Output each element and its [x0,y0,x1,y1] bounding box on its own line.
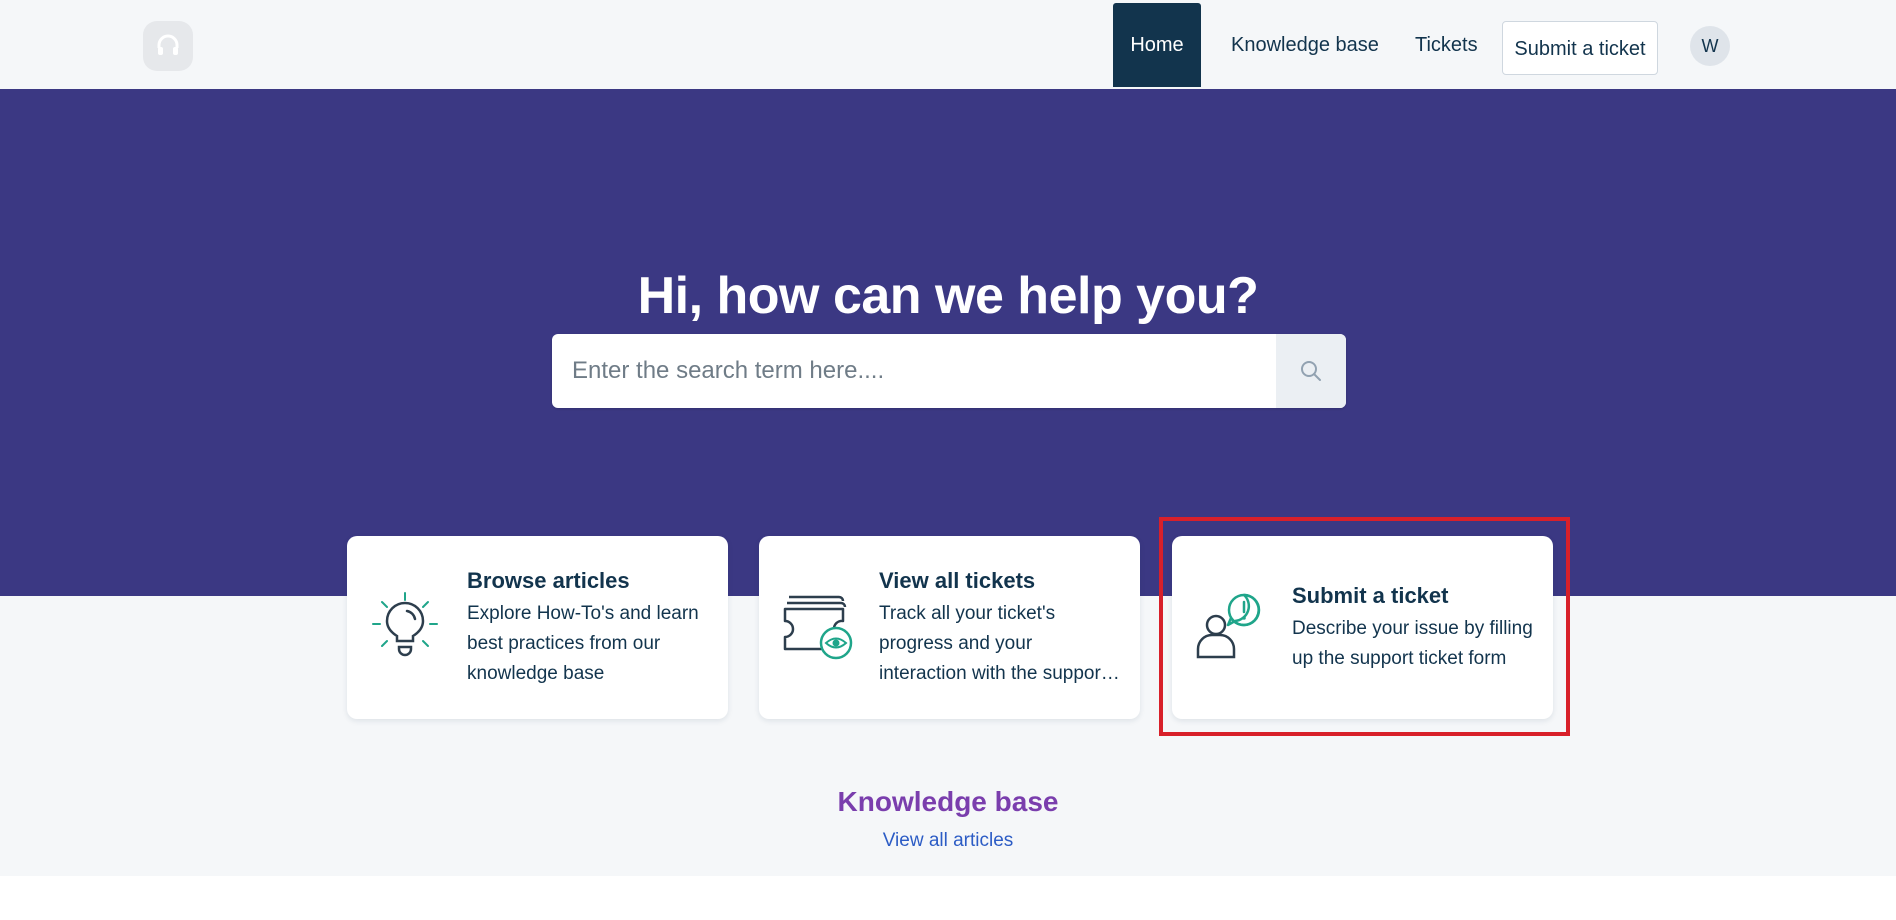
tickets-eye-icon [783,595,853,660]
nav-tickets[interactable]: Tickets [1395,3,1498,87]
nav-home[interactable]: Home [1113,3,1201,87]
browse-articles-card[interactable]: Browse articles Explore How-To's and lea… [347,536,728,719]
card-description-line: Track all your ticket's [879,603,1056,624]
search-button[interactable] [1276,334,1346,408]
card-description: Track all your ticket's progress and you… [879,599,1124,689]
view-tickets-card[interactable]: View all tickets Track all your ticket's… [759,536,1140,719]
submit-ticket-button[interactable]: Submit a ticket [1502,21,1658,75]
headset-icon [157,34,179,55]
card-title: View all tickets [879,568,1036,593]
card-title: Browse articles [467,568,630,593]
search-icon [1301,361,1321,381]
knowledge-base-heading: Knowledge base [837,786,1059,817]
submit-ticket-card[interactable]: Submit a ticket Describe your issue by f… [1172,536,1553,719]
card-description-line: interaction with the support team [879,663,1124,684]
card-description-line: progress and your [879,633,1033,654]
user-avatar[interactable]: W [1690,26,1730,66]
view-all-articles-link[interactable]: View all articles [0,830,1896,852]
lightbulb-icon [372,592,438,657]
card-description: Describe your issue by filling up the su… [1292,618,1533,669]
top-header: Home Knowledge base Tickets Submit a tic… [0,0,1896,89]
user-alert-icon [1196,593,1261,659]
search-input[interactable] [552,334,1276,408]
portal-logo[interactable] [143,21,193,71]
search-box [552,334,1346,408]
card-description: Explore How-To's and learn best practice… [467,603,699,684]
nav-knowledge-base[interactable]: Knowledge base [1211,3,1399,87]
hero-title: Hi, how can we help you? [637,267,1259,325]
card-title: Submit a ticket [1292,583,1449,608]
